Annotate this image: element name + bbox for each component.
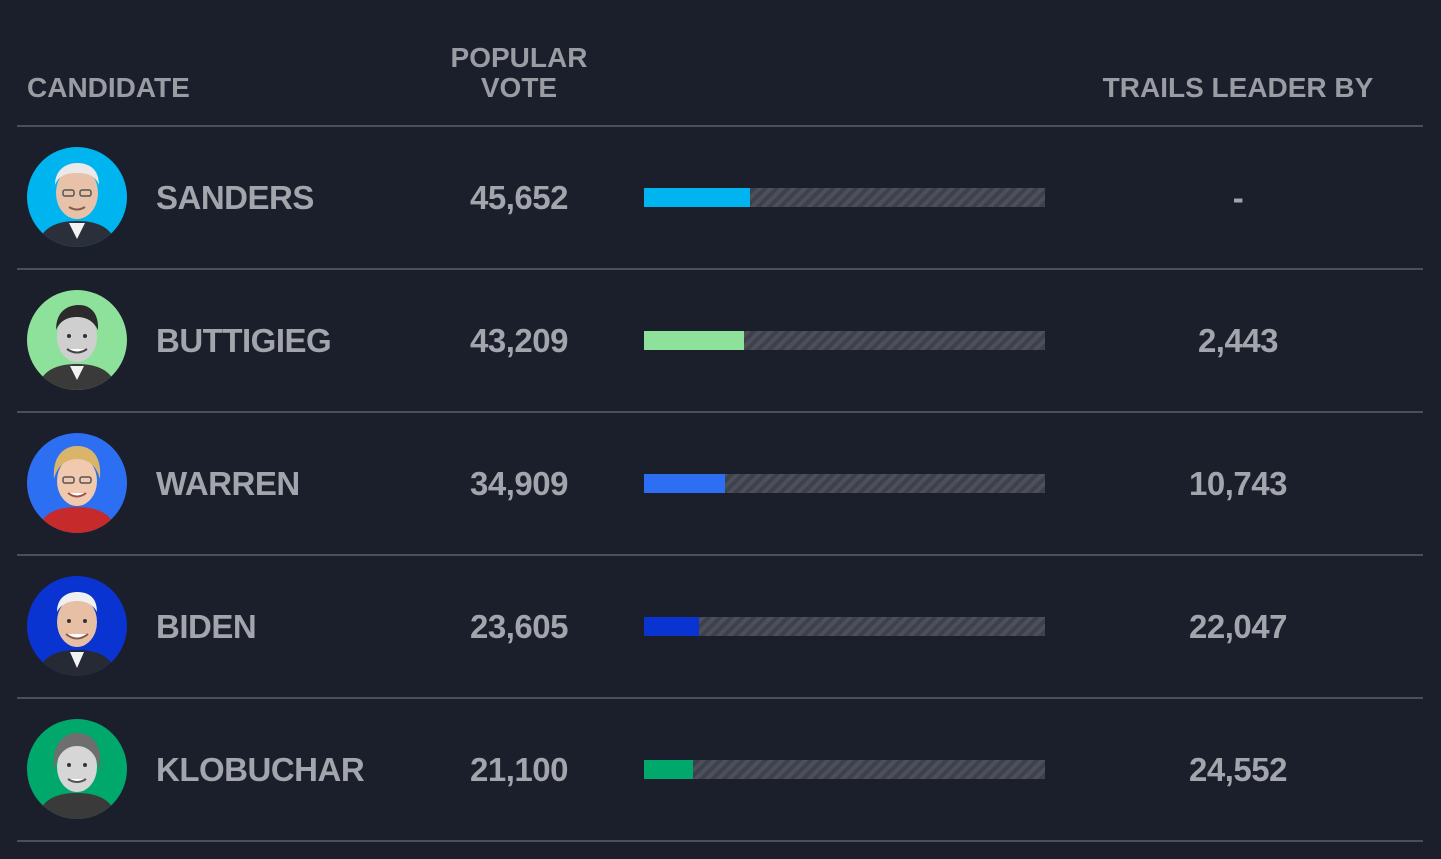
vote-bar bbox=[644, 617, 699, 636]
candidate-avatar bbox=[27, 576, 127, 676]
table-header: CANDIDATE POPULAR VOTE TRAILS LEADER BY bbox=[17, 0, 1423, 127]
candidate-avatar bbox=[27, 290, 127, 390]
popular-vote: 43,209 bbox=[470, 322, 568, 359]
popular-vote: 21,100 bbox=[470, 751, 568, 788]
vote-bar bbox=[644, 474, 725, 493]
header-vote-line1: POPULAR bbox=[450, 42, 588, 73]
portrait-icon bbox=[27, 576, 127, 676]
popular-vote: 23,605 bbox=[470, 608, 568, 645]
popular-vote: 34,909 bbox=[470, 465, 568, 502]
candidate-row-biden: BIDEN 23,605 22,047 bbox=[17, 556, 1423, 699]
candidate-row-warren: WARREN 34,909 10,743 bbox=[17, 413, 1423, 556]
results-table: CANDIDATE POPULAR VOTE TRAILS LEADER BY … bbox=[17, 0, 1423, 842]
header-trails-leader-by: TRAILS LEADER BY bbox=[1102, 72, 1374, 103]
trails-leader-by: 2,443 bbox=[1197, 322, 1279, 359]
vote-bar-track bbox=[644, 331, 1045, 350]
candidate-name: WARREN bbox=[156, 465, 300, 502]
vote-bar-track bbox=[644, 188, 1045, 207]
portrait-icon bbox=[27, 290, 127, 390]
trails-leader-by: 24,552 bbox=[1189, 751, 1287, 788]
vote-bar-track bbox=[644, 617, 1045, 636]
candidate-row-buttigieg: BUTTIGIEG 43,209 2,443 bbox=[17, 270, 1423, 413]
popular-vote: 45,652 bbox=[470, 179, 568, 216]
header-popular-vote: POPULAR VOTE bbox=[419, 43, 619, 103]
trails-leader-by: - bbox=[1232, 179, 1244, 216]
candidate-name: KLOBUCHAR bbox=[156, 751, 365, 788]
header-vote-line2: VOTE bbox=[480, 72, 558, 103]
candidate-row-sanders: SANDERS 45,652 - bbox=[17, 127, 1423, 270]
trails-leader-by: 10,743 bbox=[1189, 465, 1287, 502]
candidate-name: BIDEN bbox=[156, 608, 257, 645]
vote-bar bbox=[644, 188, 750, 207]
candidate-avatar bbox=[27, 147, 127, 247]
vote-bar bbox=[644, 760, 693, 779]
trails-leader-by: 22,047 bbox=[1189, 608, 1287, 645]
vote-bar bbox=[644, 331, 744, 350]
portrait-icon bbox=[27, 433, 127, 533]
portrait-icon bbox=[27, 147, 127, 247]
candidate-name: BUTTIGIEG bbox=[156, 322, 332, 359]
candidate-name: SANDERS bbox=[156, 179, 314, 216]
portrait-icon bbox=[27, 719, 127, 819]
vote-bar-track bbox=[644, 474, 1045, 493]
candidate-row-klobuchar: KLOBUCHAR 21,100 24,552 bbox=[17, 699, 1423, 842]
vote-bar-track bbox=[644, 760, 1045, 779]
header-candidate: CANDIDATE bbox=[27, 72, 190, 103]
candidate-avatar bbox=[27, 719, 127, 819]
candidate-avatar bbox=[27, 433, 127, 533]
